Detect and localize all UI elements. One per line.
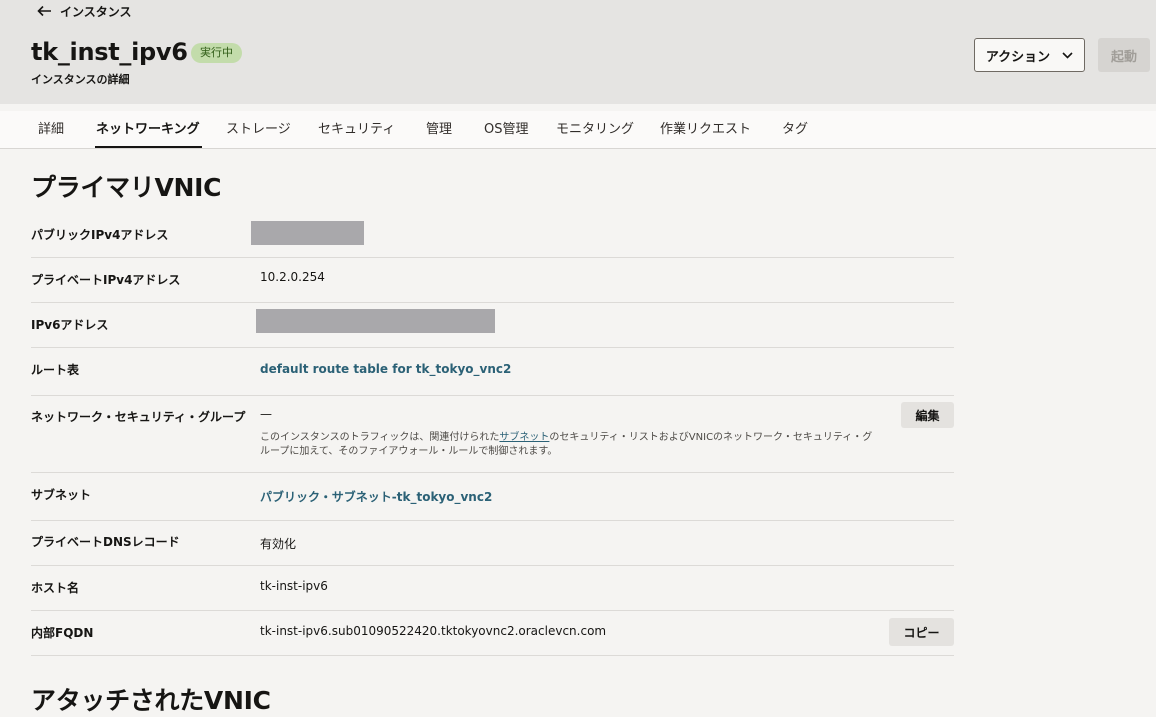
subnet-help-link[interactable]: サブネット xyxy=(499,432,549,443)
row-public-ipv4: パブリックIPv4アドレス xyxy=(31,213,954,258)
tab-storage[interactable]: ストレージ xyxy=(226,111,291,149)
tab-management[interactable]: 管理 xyxy=(426,111,452,149)
start-button: 起動 xyxy=(1098,38,1150,72)
private-dns-label: プライベートDNSレコード xyxy=(31,535,180,549)
ipv6-label: IPv6アドレス xyxy=(31,318,109,332)
row-hostname: ホスト名 tk-inst-ipv6 xyxy=(31,566,954,611)
public-ipv4-label: パブリックIPv4アドレス xyxy=(31,228,169,242)
internal-fqdn-label: 内部FQDN xyxy=(31,626,94,640)
back-link-label: インスタンス xyxy=(60,4,132,19)
public-ipv4-redacted xyxy=(251,221,364,245)
row-private-dns: プライベートDNSレコード 有効化 xyxy=(31,521,954,566)
actions-button[interactable]: アクション xyxy=(974,38,1085,72)
nsg-help-text: このインスタンスのトラフィックは、関連付けられたサブネットのセキュリティ・リスト… xyxy=(260,431,880,459)
tab-security[interactable]: セキュリティ xyxy=(318,111,395,149)
tab-monitoring[interactable]: モニタリング xyxy=(556,111,634,149)
nsg-help-prefix: このインスタンスのトラフィックは、関連付けられた xyxy=(260,432,500,443)
nsg-label: ネットワーク・セキュリティ・グループ xyxy=(31,410,246,424)
tab-os-management[interactable]: OS管理 xyxy=(484,111,529,149)
route-table-link[interactable]: default route table for tk_tokyo_vnc2 xyxy=(260,362,511,376)
attached-vnics-heading: アタッチされたVNIC xyxy=(31,686,271,715)
page-title: tk_inst_ipv6 xyxy=(31,38,188,66)
tab-work-requests[interactable]: 作業リクエスト xyxy=(660,111,751,149)
row-subnet: サブネット パブリック・サブネット-tk_tokyo_vnc2 xyxy=(31,473,954,521)
status-badge: 実行中 xyxy=(191,43,242,63)
private-dns-value: 有効化 xyxy=(260,537,297,551)
row-internal-fqdn: 内部FQDN tk-inst-ipv6.sub01090522420.tktok… xyxy=(31,611,954,656)
row-private-ipv4: プライベートIPv4アドレス 10.2.0.254 xyxy=(31,258,954,303)
nsg-value: — xyxy=(260,407,272,421)
subnet-link[interactable]: パブリック・サブネット-tk_tokyo_vnc2 xyxy=(260,488,492,505)
hostname-value: tk-inst-ipv6 xyxy=(260,579,328,593)
tab-networking[interactable]: ネットワーキング xyxy=(95,111,202,149)
hostname-label: ホスト名 xyxy=(31,581,80,595)
copy-fqdn-button[interactable]: コピー xyxy=(889,618,954,646)
row-route-table: ルート表 default route table for tk_tokyo_vn… xyxy=(31,348,954,396)
nsg-edit-button[interactable]: 編集 xyxy=(901,402,954,428)
decorative-banner xyxy=(0,104,1156,111)
tab-details[interactable]: 詳細 xyxy=(38,111,64,149)
ipv6-redacted xyxy=(256,309,495,333)
private-ipv4-label: プライベートIPv4アドレス xyxy=(31,273,181,287)
private-ipv4-value: 10.2.0.254 xyxy=(260,270,325,284)
row-network-security-groups: ネットワーク・セキュリティ・グループ — このインスタンスのトラフィックは、関連… xyxy=(31,396,954,473)
subnet-label: サブネット xyxy=(31,488,92,502)
chevron-down-icon xyxy=(1062,51,1073,59)
internal-fqdn-value: tk-inst-ipv6.sub01090522420.tktokyovnc2.… xyxy=(260,624,607,638)
arrow-left-icon xyxy=(37,5,51,17)
page-subtitle: インスタンスの詳細 xyxy=(31,73,130,86)
page-header: インスタンス tk_inst_ipv6 実行中 インスタンスの詳細 アクション … xyxy=(0,0,1156,104)
row-ipv6: IPv6アドレス xyxy=(31,303,954,348)
actions-button-label: アクション xyxy=(985,49,1051,65)
tab-tags[interactable]: タグ xyxy=(782,111,808,149)
primary-vnic-heading: プライマリVNIC xyxy=(31,173,222,202)
back-to-instances-link[interactable]: インスタンス xyxy=(37,3,132,19)
detail-tabs: 詳細 ネットワーキング ストレージ セキュリティ 管理 OS管理 モニタリング … xyxy=(0,111,1156,149)
route-table-label: ルート表 xyxy=(31,363,80,377)
